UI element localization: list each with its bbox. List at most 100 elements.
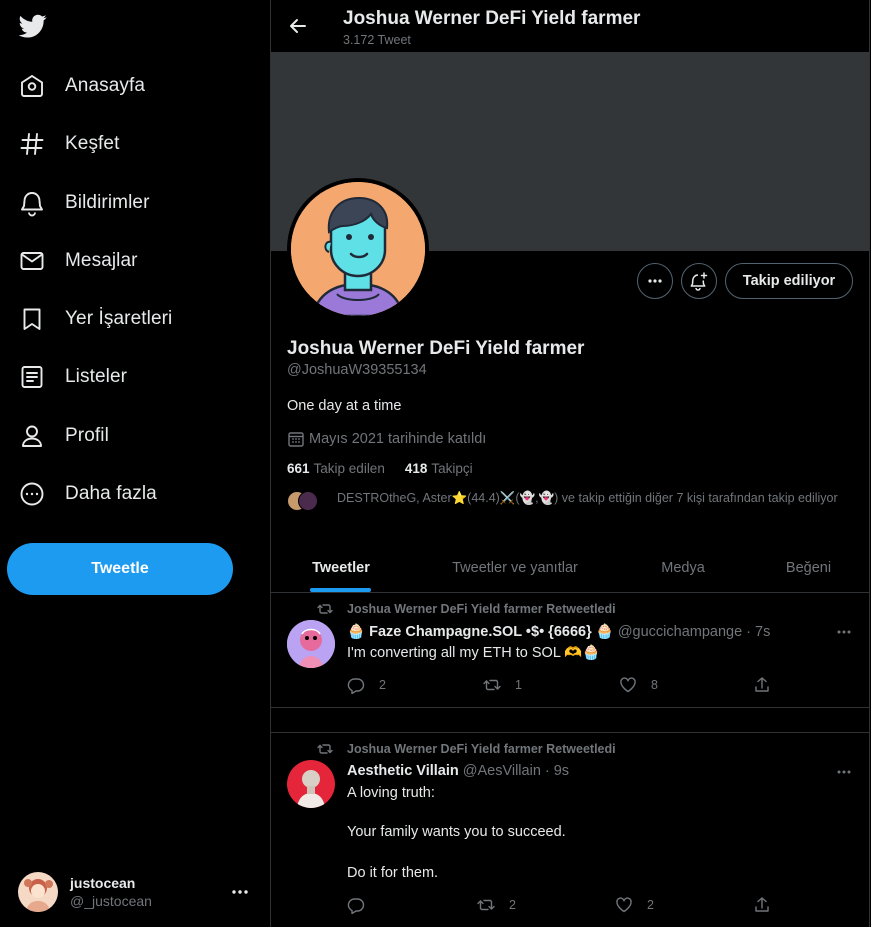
nav-messages[interactable]: Mesajlar [8,238,152,284]
profile-tabs: Tweetler Tweetler ve yanıtlar Medya Beğe… [271,543,869,593]
reply-button[interactable] [347,896,379,914]
share-button[interactable] [753,896,785,914]
reply-count: 2 [379,678,386,692]
retweet-context: Joshua Werner DeFi Yield farmer Retweetl… [317,741,616,757]
profile-header-bar: Joshua Werner DeFi Yield farmer 3.172 Tw… [271,0,869,52]
tweet-author-avatar[interactable] [287,620,335,668]
nav-label-bookmarks: Yer İşaretleri [65,308,173,329]
tweet-author-handle[interactable]: @AesVillain [463,763,541,779]
following-button[interactable]: Takip ediliyor [725,263,853,299]
tweet-actions: 2 2 [347,896,777,916]
bookmark-icon [18,305,46,333]
ellipsis-icon [645,271,665,291]
tweet-header: Aesthetic Villain @AesVillain · 9s [347,763,569,779]
nav-label-messages: Mesajlar [65,250,138,271]
tweet-more-icon[interactable] [834,622,854,642]
active-tab-indicator [310,588,371,592]
mail-icon [18,247,46,275]
nav-label-profile: Profil [65,425,109,446]
calendar-icon [287,430,305,448]
followers-count: 418 [404,461,428,476]
retweet-icon [317,741,333,757]
following-label: Takip edilen [313,461,385,476]
tab-label: Medya [661,559,705,576]
nav-more[interactable]: Daha fazla [8,471,171,517]
back-arrow-icon[interactable] [287,15,309,37]
account-switcher[interactable]: justocean @_justocean [18,870,250,914]
nav-notifications[interactable]: Bildirimler [8,180,164,226]
tab-label: Beğeni [785,559,832,576]
notify-button[interactable] [681,263,717,299]
nav-label-more: Daha fazla [65,483,157,504]
following-link[interactable]: 661 Takip edilen [287,461,385,476]
nav-home[interactable]: Anasayfa [8,63,159,109]
nav-bookmarks[interactable]: Yer İşaretleri [8,296,186,342]
tweet-item[interactable]: Joshua Werner DeFi Yield farmer Retweetl… [271,594,869,708]
tweet-author-avatar[interactable] [287,760,335,808]
nav-profile[interactable]: Profil [8,413,123,459]
tweet-author-name[interactable]: Aesthetic Villain [347,763,459,779]
tab-label: Tweetler [312,559,370,576]
header-title: Joshua Werner DeFi Yield farmer [343,8,641,29]
hashtag-icon [18,130,46,158]
retweet-context: Joshua Werner DeFi Yield farmer Retweetl… [317,601,616,617]
account-handle: @_justocean [70,893,152,909]
retweet-button[interactable]: 2 [477,896,516,914]
divider [271,732,869,733]
like-count: 2 [647,898,654,912]
more-options-button[interactable] [637,263,673,299]
join-date-text: Mayıs 2021 tarihinde katıldı [309,431,487,447]
tab-likes[interactable]: Beğeni [747,543,869,592]
heart-icon [615,896,647,914]
tweet-time[interactable]: · 7s [746,624,770,640]
follower-avatar [298,491,318,511]
home-icon [18,72,46,100]
tab-tweets[interactable]: Tweetler [271,543,411,592]
tweet-author-name[interactable]: 🧁 Faze Champagne.SOL •$• {6666} 🧁 [347,623,614,640]
nav-label-lists: Listeler [65,366,128,387]
known-followers[interactable]: DESTROtheG, Aster⭐(44.4)⚔️(👻,👻) ve takip… [287,490,847,511]
heart-icon [619,676,651,694]
reply-icon [347,896,379,914]
tweet-header: 🧁 Faze Champagne.SOL •$• {6666} 🧁 @gucci… [347,623,770,641]
tweet-more-icon[interactable] [834,762,854,782]
following-count: 661 [287,461,310,476]
retweet-count: 1 [515,678,522,692]
tweet-actions: 2 1 8 [347,676,777,696]
like-button[interactable]: 8 [619,676,658,694]
tab-media[interactable]: Medya [619,543,747,592]
retweet-icon [477,896,509,914]
twitter-logo-icon[interactable] [18,12,48,40]
profile-handle: @JoshuaW39355134 [287,362,427,378]
tweet-button[interactable]: Tweetle [7,543,233,595]
followers-link[interactable]: 418 Takipçi [405,461,473,476]
tweet-item[interactable]: Joshua Werner DeFi Yield farmer Retweetl… [271,734,869,927]
divider [271,707,869,708]
tweet-text-line: Do it for them. [347,865,439,881]
like-count: 8 [651,678,658,692]
followers-label: Takipçi [431,461,473,476]
sidebar: Anasayfa Keşfet Bildirimler Mesajlar Yer… [0,0,270,927]
nav-lists[interactable]: Listeler [8,354,141,400]
reply-button[interactable]: 2 [347,676,386,694]
share-button[interactable] [753,676,785,694]
retweet-count: 2 [509,898,516,912]
tweet-author-handle[interactable]: @guccichampange [618,624,742,640]
profile-avatar[interactable] [287,178,429,320]
profile-bio: One day at a time [287,398,402,414]
retweet-icon [483,676,515,694]
tweet-text: I'm converting all my ETH to SOL 🫶🧁 [347,645,601,661]
tab-label: Tweetler ve yanıtlar [452,559,578,576]
tweet-text-line: Your family wants you to succeed. [347,824,566,840]
tab-tweets-replies[interactable]: Tweetler ve yanıtlar [411,543,619,592]
retweet-button[interactable]: 1 [483,676,522,694]
list-icon [18,363,46,391]
account-display-name: justocean [70,875,136,891]
like-button[interactable]: 2 [615,896,654,914]
nav-explore[interactable]: Keşfet [8,121,133,167]
tweet-time[interactable]: · 9s [545,763,569,779]
reply-icon [347,676,379,694]
account-avatar [18,872,58,912]
profile-join-date: Mayıs 2021 tarihinde katıldı [287,430,486,448]
ellipsis-icon[interactable] [230,882,250,902]
